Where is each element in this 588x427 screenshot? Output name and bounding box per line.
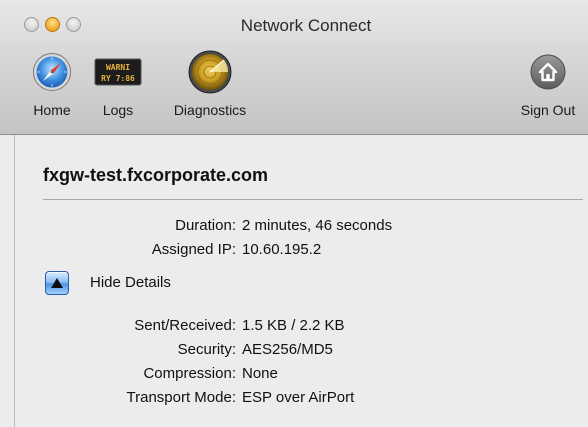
toolbar-logs-label: Logs: [102, 102, 134, 118]
window-title: Network Connect: [240, 16, 372, 35]
log-display-icon: WARNI RY 7:86: [94, 58, 142, 86]
info-label: Duration:: [175, 217, 236, 234]
toolbar-signout-label: Sign Out: [520, 102, 576, 118]
toolbar-diagnostics-button[interactable]: Diagnostics: [160, 50, 260, 118]
hide-details-button[interactable]: [45, 271, 69, 295]
log-display-line-1: WARNI: [106, 63, 130, 72]
info-value: ESP over AirPort: [242, 389, 355, 406]
info-value: 10.60.195.2: [242, 241, 322, 258]
triangle-up-icon: [51, 278, 63, 288]
info-label: Assigned IP:: [151, 241, 236, 258]
gateway-hostname: fxgw-test.fxcorporate.com: [43, 165, 269, 185]
log-display-line-2: RY 7:86: [101, 74, 135, 83]
toolbar-diagnostics-label: Diagnostics: [173, 102, 247, 118]
divider: [43, 199, 583, 200]
info-label: Compression:: [143, 365, 236, 382]
toolbar-home-label: Home: [33, 102, 71, 118]
info-label: Transport Mode:: [126, 389, 237, 406]
hide-details-label[interactable]: Hide Details: [90, 274, 171, 291]
toolbar-signout-button[interactable]: Sign Out: [508, 52, 588, 118]
title-toolbar: Network Connect Home WARNI RY 7:86 Logs …: [0, 0, 588, 135]
info-label: Security:: [177, 341, 236, 358]
network-connect-window: Network Connect Home WARNI RY 7:86 Logs …: [0, 0, 588, 427]
connection-panel: fxgw-test.fxcorporate.com Duration: 2 mi…: [14, 135, 588, 427]
info-value: 1.5 KB / 2.2 KB: [242, 317, 345, 334]
info-value: None: [242, 365, 278, 382]
compass-icon: [33, 53, 71, 91]
info-value: 2 minutes, 46 seconds: [242, 217, 393, 234]
info-value: AES256/MD5: [242, 341, 333, 358]
toolbar-home-button[interactable]: Home: [26, 52, 78, 118]
toolbar-logs-button[interactable]: WARNI RY 7:86 Logs: [94, 52, 142, 118]
radar-icon: [188, 50, 232, 94]
home-signout-icon: [530, 54, 566, 90]
info-label: Sent/Received:: [134, 317, 236, 334]
